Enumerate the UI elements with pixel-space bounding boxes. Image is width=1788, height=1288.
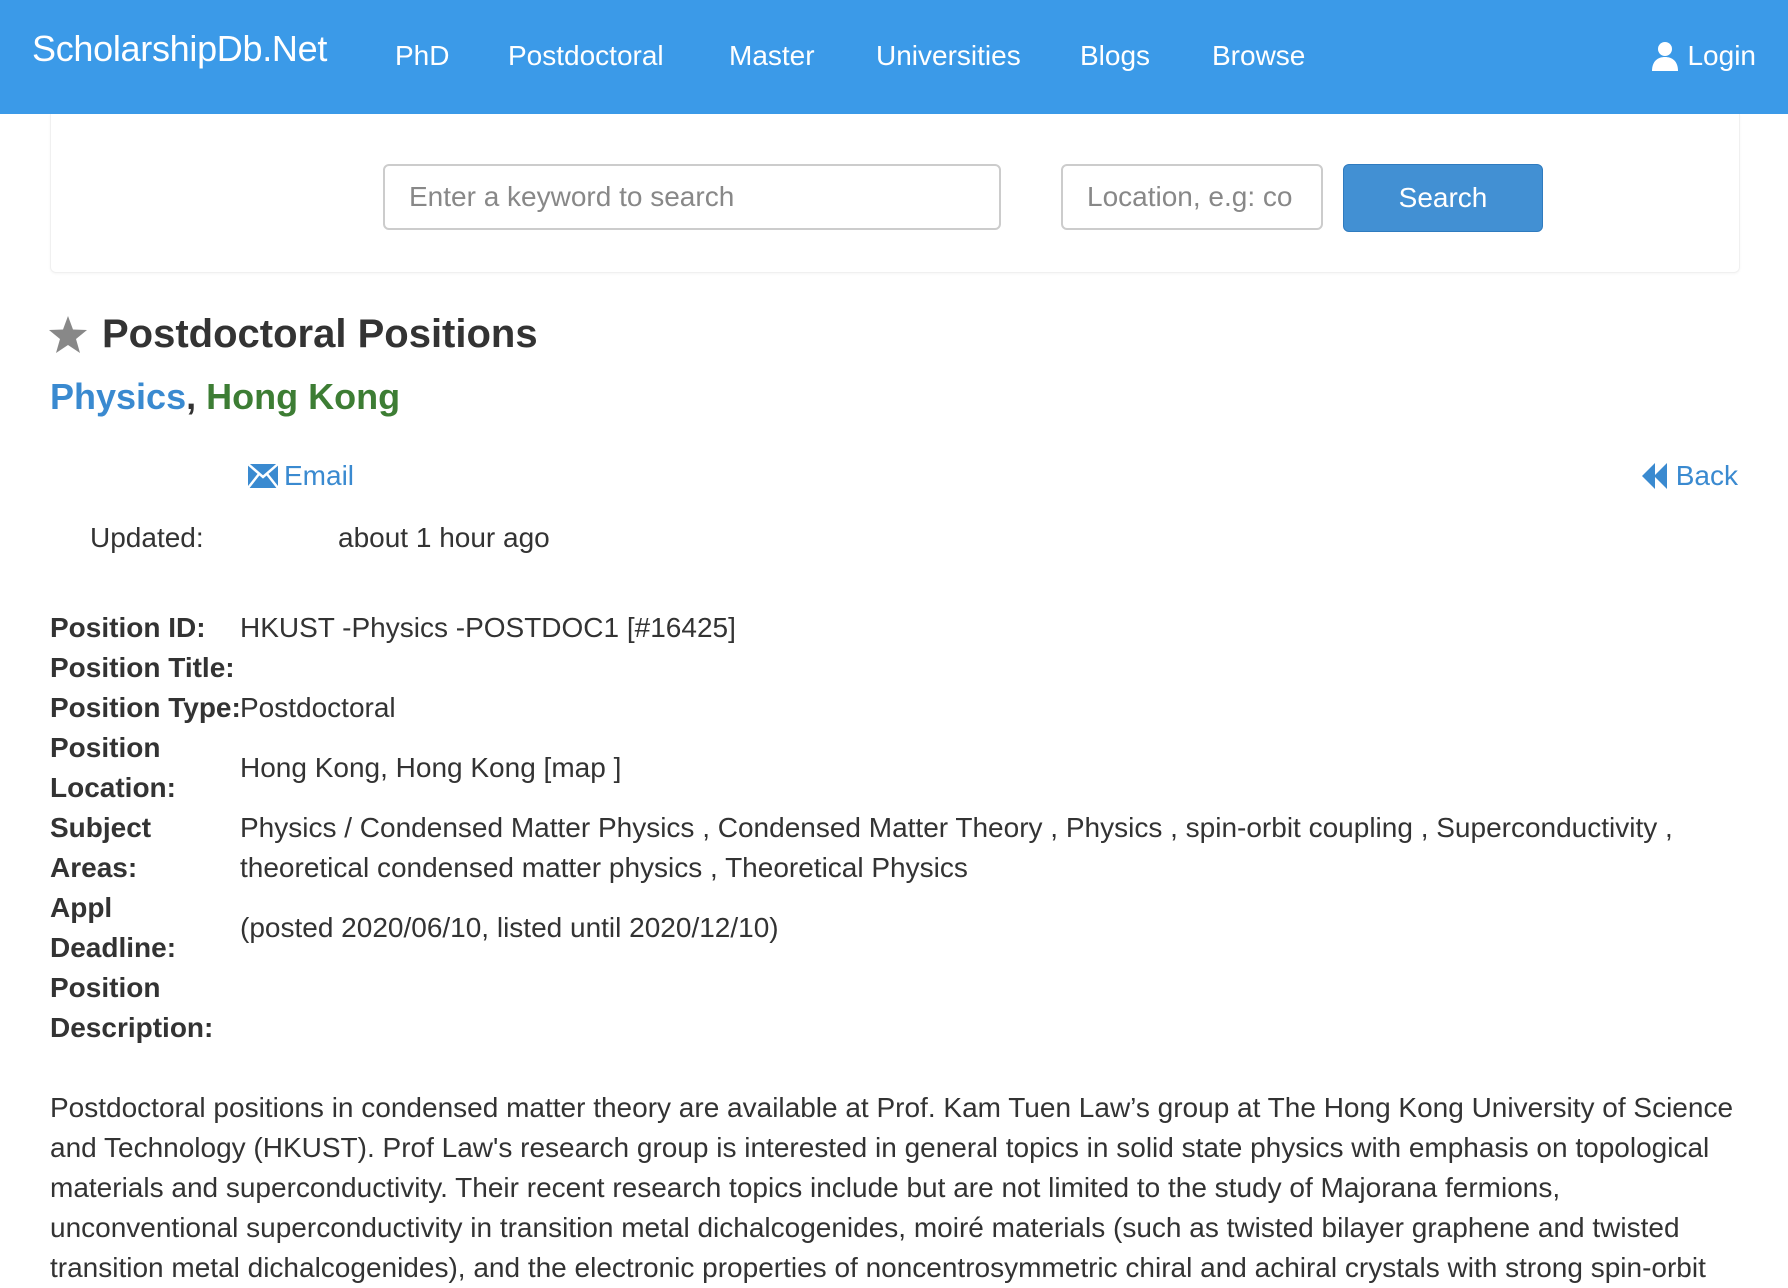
detail-value <box>240 648 1740 688</box>
detail-value: Postdoctoral <box>240 692 396 723</box>
detail-label: Position Type: <box>50 692 241 723</box>
position-description-text: Postdoctoral positions in condensed matt… <box>50 1092 1734 1283</box>
detail-label: Position Location: <box>50 732 176 803</box>
detail-row-position-location: Position Location: Hong Kong, Hong Kong … <box>50 728 1740 808</box>
detail-value <box>240 968 1740 1048</box>
title-row: Postdoctoral Positions <box>48 312 538 357</box>
nav-link-postdoctoral[interactable]: Postdoctoral <box>508 40 664 72</box>
star-icon[interactable] <box>48 315 88 355</box>
subject-link[interactable]: Physics <box>50 376 186 417</box>
detail-row-position-description: Position Description: <box>50 968 1740 1048</box>
detail-value: (posted 2020/06/10, listed until 2020/12… <box>240 912 779 943</box>
backward-icon <box>1641 463 1670 489</box>
detail-label: Position Title: <box>50 652 235 683</box>
brand-link[interactable]: ScholarshipDb.Net <box>32 28 327 70</box>
updated-label: Updated: <box>90 522 204 553</box>
detail-label: Position Description: <box>50 972 214 1043</box>
login-label: Login <box>1687 40 1756 71</box>
nav-link-browse[interactable]: Browse <box>1212 40 1305 72</box>
location-search-input[interactable] <box>1061 164 1323 230</box>
search-panel: Search <box>50 114 1740 273</box>
detail-row-position-id: Position ID: HKUST -Physics -POSTDOC1 [#… <box>50 608 1740 648</box>
nav-link-blogs[interactable]: Blogs <box>1080 40 1150 72</box>
detail-label: Subject Areas: <box>50 812 152 883</box>
email-link[interactable]: Email <box>248 460 354 492</box>
detail-row-position-type: Position Type: Postdoctoral <box>50 688 1740 728</box>
email-label: Email <box>284 460 355 491</box>
nav-link-phd[interactable]: PhD <box>395 40 449 72</box>
nav-link-master[interactable]: Master <box>729 40 815 72</box>
page-title: Postdoctoral Positions <box>102 312 538 356</box>
back-label: Back <box>1675 460 1738 491</box>
user-icon <box>1651 41 1679 71</box>
detail-label: Appl Deadline: <box>50 892 177 963</box>
detail-row-subject-areas: Subject Areas: Physics / Condensed Matte… <box>50 808 1740 888</box>
detail-row-position-title: Position Title: <box>50 648 1740 688</box>
login-link[interactable]: Login <box>1651 40 1756 72</box>
search-button[interactable]: Search <box>1343 164 1543 232</box>
subtitle-separator: , <box>186 376 197 417</box>
top-navbar: ScholarshipDb.Net PhD Postdoctoral Maste… <box>0 0 1788 114</box>
detail-value: HKUST -Physics -POSTDOC1 [#16425] <box>240 612 736 643</box>
nav-link-universities[interactable]: Universities <box>876 40 1021 72</box>
detail-row-appl-deadline: Appl Deadline: (posted 2020/06/10, liste… <box>50 888 1740 968</box>
detail-value: Hong Kong, Hong Kong [map ] <box>240 752 622 783</box>
position-details: Position ID: HKUST -Physics -POSTDOC1 [#… <box>50 608 1740 1048</box>
updated-value: about 1 hour ago <box>338 522 550 553</box>
envelope-icon <box>248 464 278 488</box>
subtitle: Physics, Hong Kong <box>50 376 400 418</box>
detail-value: Physics / Condensed Matter Physics , Con… <box>240 812 1673 883</box>
detail-label: Position ID: <box>50 612 206 643</box>
location-link[interactable]: Hong Kong <box>206 376 400 417</box>
back-link[interactable]: Back <box>1641 460 1738 492</box>
keyword-search-input[interactable] <box>383 164 1001 230</box>
